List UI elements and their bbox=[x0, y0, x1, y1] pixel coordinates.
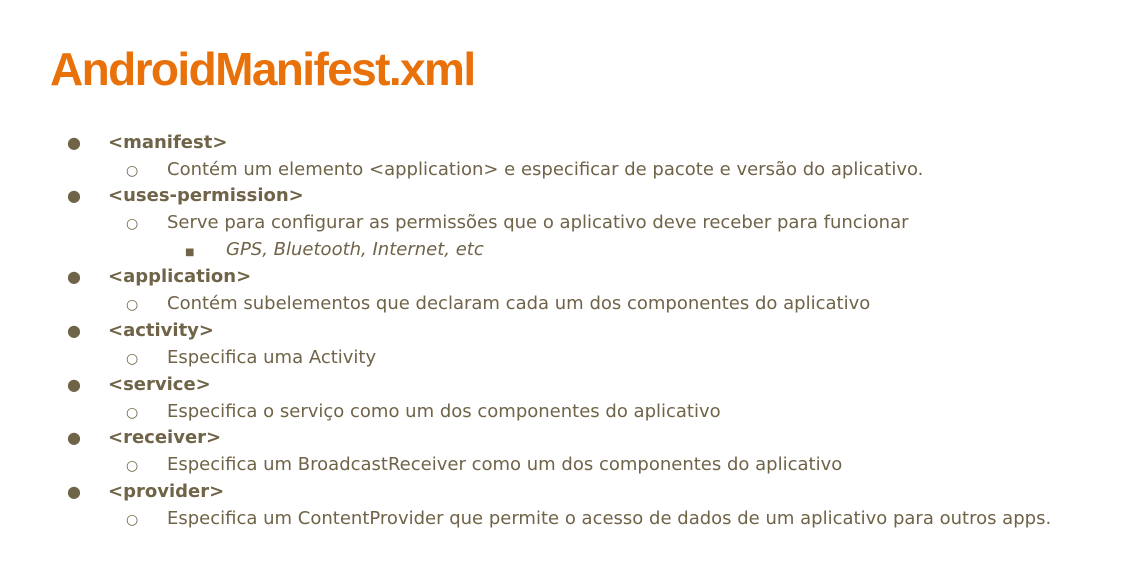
list-item-text: <service> bbox=[108, 374, 211, 395]
list-subitem: ○ Contém um elemento <application> e espe… bbox=[126, 157, 923, 183]
list-subitem-text: Contém subelementos que declaram cada um… bbox=[167, 293, 871, 314]
bullet-disc-icon: ● bbox=[67, 267, 81, 286]
list-item-text: <application> bbox=[108, 266, 252, 287]
list-subitem-text: Especifica um BroadcastReceiver como um … bbox=[167, 454, 843, 475]
list-subitem: ○ Especifica um ContentProvider que permi… bbox=[126, 506, 1051, 532]
list-subitem-text: Especifica uma Activity bbox=[167, 347, 377, 368]
list-subitem: ○ Especifica o serviço como um dos compon… bbox=[126, 399, 721, 425]
list-subitem: ○ Contém subelementos que declaram cada u… bbox=[126, 291, 870, 317]
list-item-text: <manifest> bbox=[108, 132, 228, 153]
list-subitem: ○ Serve para configurar as permissões que… bbox=[126, 210, 909, 236]
list-subsubitem-text: GPS, Bluetooth, Internet, etc bbox=[226, 239, 484, 260]
list-item-text: <uses-permission> bbox=[108, 185, 304, 206]
bullet-circle-icon: ○ bbox=[126, 163, 139, 179]
list-item-manifest: ● <manifest> bbox=[67, 130, 227, 156]
list-subitem-text: Especifica o serviço como um dos compone… bbox=[167, 401, 721, 422]
list-item-provider: ● <provider> bbox=[67, 479, 224, 505]
list-item-uses-permission: ● <uses-permission> bbox=[67, 183, 304, 209]
bullet-circle-icon: ○ bbox=[126, 405, 139, 421]
list-item-service: ● <service> bbox=[67, 372, 211, 398]
bullet-circle-icon: ○ bbox=[126, 216, 139, 232]
bullet-square-icon: ■ bbox=[185, 247, 195, 258]
list-item-text: <provider> bbox=[108, 481, 225, 502]
list-subitem: ○ Especifica uma Activity bbox=[126, 345, 376, 371]
bullet-disc-icon: ● bbox=[67, 321, 81, 340]
bullet-circle-icon: ○ bbox=[126, 297, 139, 313]
bullet-circle-icon: ○ bbox=[126, 458, 139, 474]
bullet-disc-icon: ● bbox=[67, 133, 81, 152]
list-item-text: <receiver> bbox=[108, 427, 222, 448]
slide: AndroidManifest.xml ● <manifest> ○ Contém … bbox=[0, 0, 1138, 588]
bullet-disc-icon: ● bbox=[67, 375, 81, 394]
list-item-receiver: ● <receiver> bbox=[67, 425, 221, 451]
list-item-text: <activity> bbox=[108, 320, 214, 341]
bullet-disc-icon: ● bbox=[67, 428, 81, 447]
bullet-disc-icon: ● bbox=[67, 186, 81, 205]
list-subitem: ○ Especifica um BroadcastReceiver como um… bbox=[126, 452, 842, 478]
slide-title: AndroidManifest.xml bbox=[50, 43, 476, 95]
bullet-disc-icon: ● bbox=[67, 482, 81, 501]
bullet-circle-icon: ○ bbox=[126, 512, 139, 528]
bullet-circle-icon: ○ bbox=[126, 351, 139, 367]
list-subsubitem: ■ GPS, Bluetooth, Internet, etc bbox=[185, 237, 484, 263]
list-item-application: ● <application> bbox=[67, 264, 251, 290]
list-item-activity: ● <activity> bbox=[67, 318, 214, 344]
list-subitem-text: Contém um elemento <application> e espec… bbox=[167, 159, 924, 180]
list-subitem-text: Serve para configurar as permissões que … bbox=[167, 212, 909, 233]
list-subitem-text: Especifica um ContentProvider que permit… bbox=[167, 508, 1052, 529]
